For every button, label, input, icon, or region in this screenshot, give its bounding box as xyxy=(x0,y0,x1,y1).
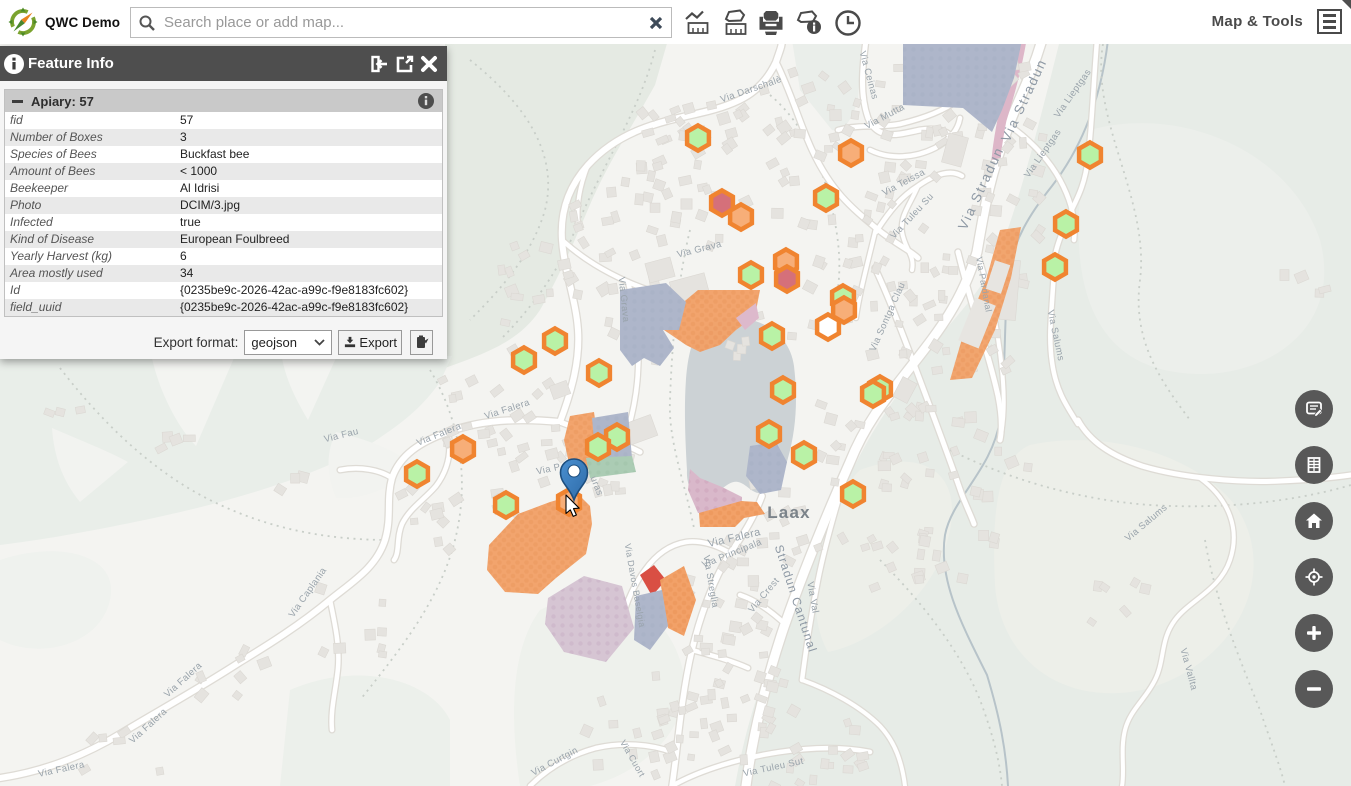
svg-text:Laax: Laax xyxy=(767,503,811,522)
